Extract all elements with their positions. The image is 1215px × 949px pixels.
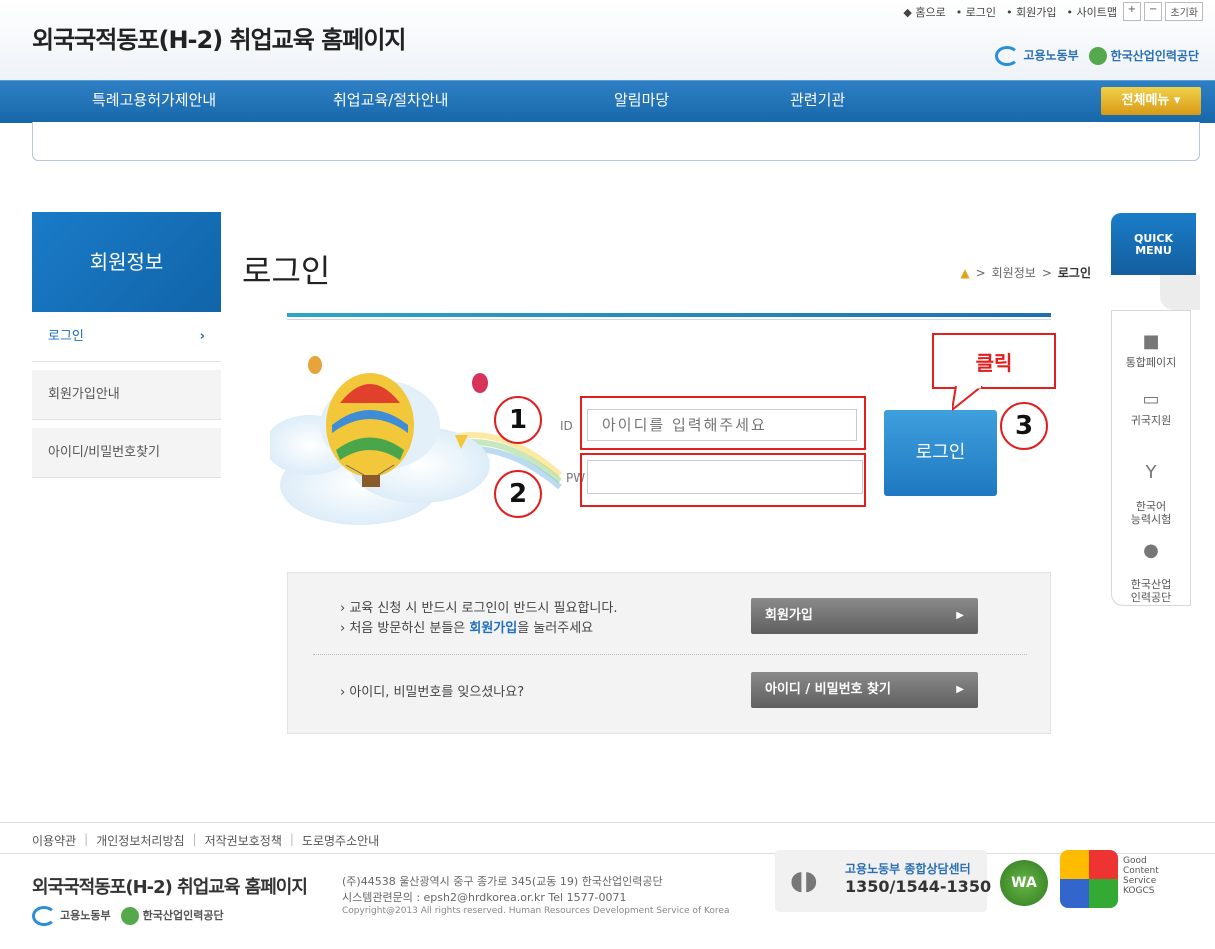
moel-logo-icon — [32, 906, 56, 926]
callcenter-label: 고용노동부 종합상담센터 — [845, 862, 971, 876]
quick-menu-title: QUICK MENU — [1111, 213, 1196, 275]
hrdk-logo[interactable]: 한국산업인력공단 — [1088, 47, 1199, 66]
footer-hrdk-logo: 한국산업인력공단 — [120, 907, 224, 925]
all-menu-button[interactable]: 전체메뉴 ▾ — [1101, 87, 1201, 115]
font-reset-button[interactable]: 초기화 — [1165, 2, 1203, 21]
good-content-logo — [1060, 850, 1118, 908]
site-title[interactable]: 외국국적동포(H-2) 취업교육 홈페이지 — [32, 20, 407, 55]
font-increase-button[interactable]: + — [1122, 2, 1141, 21]
sidebar-item-login[interactable]: 로그인 › — [32, 312, 221, 362]
folder-icon: ▭ — [1142, 389, 1160, 410]
callout-tail — [952, 386, 983, 412]
login-button[interactable]: 로그인 — [884, 410, 997, 496]
signup-button[interactable]: 회원가입 ▶ — [751, 598, 978, 634]
id-label: ID — [560, 419, 573, 433]
y-icon: Y — [1145, 462, 1157, 483]
wa-certification-mark: WA — [1000, 860, 1048, 906]
subnav-panel — [32, 122, 1200, 161]
quick-item-hrdk[interactable]: ● 한국산업 인력공단 — [1111, 528, 1191, 605]
hrdk-logo-icon — [1088, 47, 1107, 66]
breadcrumb-item-current: 로그인 — [1057, 266, 1091, 280]
breadcrumb: ▲ > 회원정보 > 로그인 — [960, 264, 1091, 281]
click-callout: 클릭 — [932, 333, 1056, 389]
hrdk-logo-icon — [120, 907, 139, 925]
title-divider-thin — [287, 319, 1051, 320]
font-decrease-button[interactable]: − — [1144, 2, 1163, 21]
hrdk-icon: ● — [1143, 540, 1159, 561]
main-nav: 특례고용허가제안내 취업교육/절차안내 알림마당 관련기관 전체메뉴 ▾ — [0, 80, 1215, 123]
footer-logos: 고용노동부 한국산업인력공단 — [32, 906, 224, 926]
annotation-number-3: 3 — [1000, 402, 1048, 450]
moel-logo[interactable]: 고용노동부 — [995, 46, 1079, 66]
footer-link-copyright[interactable]: 저작권보호정책 — [205, 832, 282, 849]
signup-emphasis: 회원가입 — [469, 621, 518, 636]
info-login-required: › 교육 신청 시 반드시 로그인이 반드시 필요합니다. — [340, 601, 618, 616]
footer-links: 이용약관 | 개인정보처리방침 | 저작권보호정책 | 도로명주소안내 — [32, 832, 380, 849]
moel-logo-icon — [995, 46, 1020, 66]
password-input[interactable] — [587, 460, 863, 494]
sidebar-title: 회원정보 — [32, 212, 221, 312]
footer-moel-logo: 고용노동부 — [32, 906, 111, 926]
footer-title: 외국국적동포(H-2) 취업교육 홈페이지 — [32, 877, 308, 898]
nav-item-related[interactable]: 관련기관 — [790, 89, 845, 110]
login-link[interactable]: • 로그인 — [956, 4, 996, 20]
nav-item-education[interactable]: 취업교육/절차안내 — [333, 89, 448, 110]
title-divider — [287, 313, 1051, 317]
sidebar-item-find-account[interactable]: 아이디/비밀번호찾기 — [32, 428, 221, 478]
quick-item-korean-test[interactable]: Y 한국어 능력시험 — [1111, 450, 1191, 527]
id-input[interactable] — [587, 409, 857, 441]
quick-menu-notch — [1160, 275, 1200, 310]
footer-contact: 시스템관련문의 : epsh2@hrdkorea.or.kr Tel 1577-… — [342, 891, 627, 904]
callcenter-number: 1350/1544-1350 — [845, 877, 992, 896]
top-links: ◆ 홈으로 • 로그인 • 회원가입 • 사이트맵 — [903, 4, 1117, 20]
sidebar-item-signup-guide[interactable]: 회원가입안내 — [32, 370, 221, 420]
quick-item-portal[interactable]: ■ 통합페이지 — [1111, 331, 1191, 370]
annotation-number-1: 1 — [494, 396, 542, 444]
info-forgot-account: › 아이디, 비밀번호를 잊으셨나요? — [340, 685, 525, 700]
footer-address: (주)44538 울산광역시 중구 종가로 345(교동 19) 한국산업인력공… — [342, 875, 663, 888]
nav-item-special-employment[interactable]: 특례고용허가제안내 — [92, 89, 216, 110]
info-divider — [313, 654, 1027, 655]
footer-link-privacy[interactable]: 개인정보처리방침 — [96, 832, 184, 849]
find-account-button[interactable]: 아이디 / 비밀번호 찾기 ▶ — [751, 672, 978, 708]
home-icon[interactable]: ▲ — [960, 266, 969, 280]
play-arrow-icon: ▶ — [956, 684, 964, 695]
book-icon: ■ — [1142, 331, 1160, 352]
font-size-controls: + − 초기화 — [1122, 2, 1203, 21]
footer-copyright: Copyright@2013 All rights reserved. Huma… — [342, 906, 730, 916]
signup-link[interactable]: • 회원가입 — [1006, 4, 1056, 20]
home-link[interactable]: ◆ 홈으로 — [903, 4, 945, 20]
headset-icon: ◖◗ — [790, 866, 818, 896]
footer-link-address[interactable]: 도로명주소안내 — [302, 832, 379, 849]
footer-link-terms[interactable]: 이용약관 — [32, 832, 76, 849]
annotation-number-2: 2 — [494, 470, 542, 518]
sitemap-link[interactable]: • 사이트맵 — [1067, 4, 1117, 20]
page-title: 로그인 — [242, 252, 331, 290]
header-logos: 고용노동부 한국산업인력공단 — [995, 46, 1199, 66]
nav-item-notice[interactable]: 알림마당 — [614, 89, 669, 110]
good-content-text: Good Content Service KOGCS — [1123, 856, 1159, 896]
info-signup-hint: › 처음 방문하신 분들은 회원가입을 눌러주세요 — [340, 621, 594, 636]
chevron-right-icon: › — [199, 329, 205, 344]
play-arrow-icon: ▶ — [956, 610, 964, 621]
breadcrumb-item-member[interactable]: 회원정보 — [992, 264, 1036, 281]
quick-item-return-support[interactable]: ▭ 귀국지원 — [1111, 389, 1191, 428]
